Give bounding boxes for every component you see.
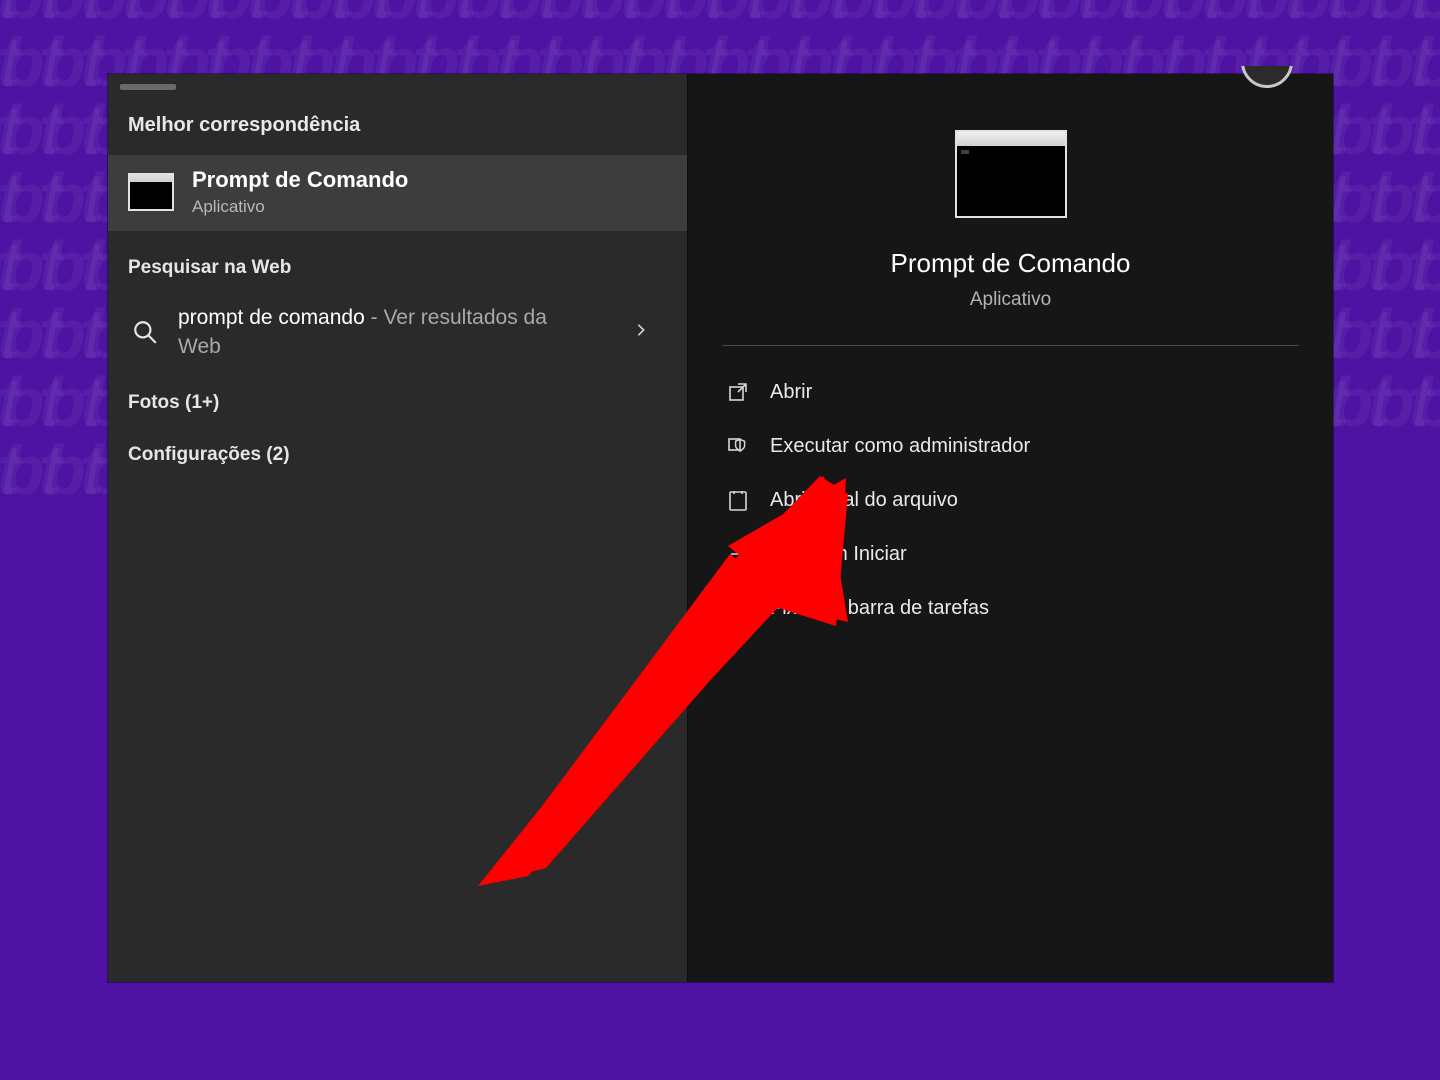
open-icon bbox=[726, 380, 750, 404]
action-open[interactable]: Abrir bbox=[716, 368, 1313, 416]
action-open-location-label: Abrir local do arquivo bbox=[770, 489, 958, 512]
pin-icon bbox=[726, 596, 750, 620]
web-search-item[interactable]: prompt de comando - Ver resultados da We… bbox=[108, 297, 687, 368]
action-run-admin-label: Executar como administrador bbox=[770, 435, 1030, 458]
detail-pane: Prompt de Comando Aplicativo Abrir Execu… bbox=[688, 74, 1333, 982]
detail-title: Prompt de Comando bbox=[891, 248, 1131, 279]
web-search-query: prompt de comando bbox=[178, 306, 365, 329]
best-match-header: Melhor correspondência bbox=[108, 90, 687, 155]
start-search-window: Melhor correspondência Prompt de Comando… bbox=[108, 74, 1333, 982]
chevron-right-icon bbox=[633, 322, 649, 343]
detail-subtitle: Aplicativo bbox=[970, 289, 1051, 311]
best-match-subtitle: Aplicativo bbox=[192, 197, 408, 217]
best-match-text: Prompt de Comando Aplicativo bbox=[192, 167, 408, 217]
action-pin-taskbar[interactable]: Fixar na barra de tarefas bbox=[716, 584, 1313, 632]
web-search-header: Pesquisar na Web bbox=[108, 231, 687, 297]
cmd-icon-large bbox=[955, 130, 1067, 218]
user-avatar[interactable] bbox=[1239, 66, 1299, 94]
action-list: Abrir Executar como administrador Abrir … bbox=[688, 346, 1333, 632]
action-run-admin[interactable]: Executar como administrador bbox=[716, 422, 1313, 470]
cmd-icon bbox=[128, 173, 174, 211]
detail-header: Prompt de Comando Aplicativo bbox=[688, 74, 1333, 345]
action-open-location[interactable]: Abrir local do arquivo bbox=[716, 476, 1313, 524]
pin-icon bbox=[726, 542, 750, 566]
category-photos[interactable]: Fotos (1+) bbox=[108, 368, 687, 414]
action-pin-taskbar-label: Fixar na barra de tarefas bbox=[770, 597, 989, 620]
best-match-title: Prompt de Comando bbox=[192, 167, 408, 193]
results-pane: Melhor correspondência Prompt de Comando… bbox=[108, 74, 688, 982]
folder-icon bbox=[726, 488, 750, 512]
best-match-item[interactable]: Prompt de Comando Aplicativo bbox=[108, 155, 687, 231]
action-pin-start[interactable]: Fixar em Iniciar bbox=[716, 530, 1313, 578]
category-settings[interactable]: Configurações (2) bbox=[108, 414, 687, 466]
web-search-text: prompt de comando - Ver resultados da We… bbox=[178, 303, 578, 362]
action-pin-start-label: Fixar em Iniciar bbox=[770, 543, 907, 566]
search-icon bbox=[132, 319, 158, 345]
action-open-label: Abrir bbox=[770, 381, 812, 404]
shield-icon bbox=[726, 434, 750, 458]
